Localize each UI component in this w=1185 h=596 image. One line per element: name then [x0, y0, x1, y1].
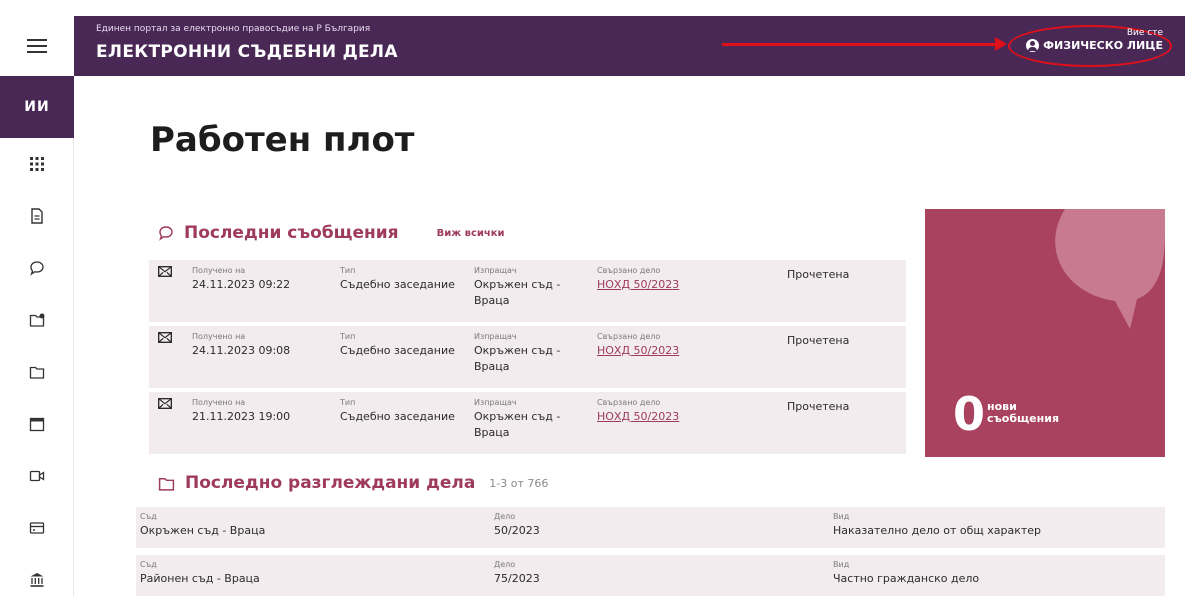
- cases-title: Последно разглеждани дела: [185, 473, 476, 493]
- case-link[interactable]: НОХД 50/2023: [597, 343, 679, 359]
- received-label: Получено на: [192, 332, 246, 341]
- sidebar-item-calendar[interactable]: [0, 398, 74, 450]
- chat-icon: [159, 226, 173, 241]
- case-link[interactable]: НОХД 50/2023: [597, 277, 679, 293]
- see-all-link[interactable]: Виж всички: [437, 228, 505, 239]
- sidebar-item-new-cases[interactable]: [0, 294, 74, 346]
- received-value: 24.11.2023 09:22: [192, 278, 291, 291]
- folder-icon: [29, 366, 45, 379]
- new-messages-tile[interactable]: 0 нови съобщения: [925, 209, 1165, 457]
- sidebar-item-dashboard[interactable]: [0, 138, 74, 190]
- case-link[interactable]: НОХД 50/2023: [597, 409, 679, 425]
- user-role[interactable]: ФИЗИЧЕСКО ЛИЦЕ: [1026, 39, 1163, 52]
- court-value: Окръжен съд - Враца: [140, 524, 266, 537]
- sidebar-item-cases[interactable]: [0, 346, 74, 398]
- status-value: Прочетена: [787, 400, 850, 413]
- case-label: Свързано дело: [597, 266, 661, 275]
- folder-alert-icon: [29, 313, 45, 327]
- case-number-value: 50/2023: [494, 524, 540, 537]
- top-bar: Единен портал за електронно правосъдие н…: [0, 16, 1185, 76]
- cases-count: 1-3 от 766: [489, 476, 549, 490]
- type-label: Тип: [340, 266, 356, 275]
- kind-label: Вид: [833, 512, 850, 521]
- user-avatar[interactable]: ИИ: [0, 76, 74, 138]
- kind-label: Вид: [833, 560, 850, 569]
- sidebar-item-payments[interactable]: [0, 502, 74, 554]
- case-number-label: Дело: [494, 512, 516, 521]
- sidebar: ИИ: [0, 76, 74, 596]
- type-value: Съдебно заседание: [340, 278, 455, 291]
- envelope-icon: [158, 266, 172, 277]
- status-value: Прочетена: [787, 334, 850, 347]
- sender-value: Окръжен съд - Враца: [474, 278, 561, 307]
- messages-header: Последни съобщения Виж всички: [158, 223, 505, 243]
- video-icon: [29, 470, 45, 482]
- new-messages-count: 0: [953, 387, 986, 441]
- sidebar-item-courts[interactable]: [0, 554, 74, 596]
- case-label: Свързано дело: [597, 398, 661, 407]
- case-label: Свързано дело: [597, 332, 661, 341]
- kind-value: Частно гражданско дело: [833, 572, 980, 585]
- document-icon: [31, 208, 43, 224]
- new-messages-label: нови съобщения: [987, 401, 1059, 425]
- court-label: Съд: [140, 560, 157, 569]
- sender-label: Изпращач: [474, 332, 517, 341]
- envelope-icon: [158, 332, 172, 343]
- case-number-value: 75/2023: [494, 572, 540, 585]
- portal-title[interactable]: ЕЛЕКТРОННИ СЪДЕБНИ ДЕЛА: [96, 42, 398, 62]
- folder-icon: [158, 477, 175, 491]
- page-title: Работен плот: [150, 120, 415, 160]
- type-label: Тип: [340, 332, 356, 341]
- case-number-label: Дело: [494, 560, 516, 569]
- grid-icon: [30, 157, 44, 171]
- case-row[interactable]: Съд Районен съд - Враца Дело 75/2023 Вид Ча…: [136, 555, 1165, 596]
- chat-icon: [30, 261, 44, 276]
- calendar-icon: [29, 417, 45, 432]
- received-label: Получено на: [192, 266, 246, 275]
- kind-value: Наказателно дело от общ характер: [833, 524, 1042, 537]
- card-icon: [29, 522, 45, 534]
- sidebar-item-documents[interactable]: [0, 190, 74, 242]
- type-label: Тип: [340, 398, 356, 407]
- user-role-label: ФИЗИЧЕСКО ЛИЦЕ: [1043, 39, 1163, 52]
- message-row[interactable]: Получено на 21.11.2023 19:00 Тип Съдебно з…: [149, 392, 906, 454]
- new-label-line2: съобщения: [987, 412, 1060, 425]
- sender-value: Окръжен съд - Враца: [474, 410, 561, 439]
- received-value: 24.11.2023 09:08: [192, 344, 291, 357]
- portal-subtitle: Единен портал за електронно правосъдие н…: [96, 24, 371, 34]
- sidebar-item-messages[interactable]: [0, 242, 74, 294]
- received-label: Получено на: [192, 398, 246, 407]
- court-value: Районен съд - Враца: [140, 572, 260, 585]
- status-value: Прочетена: [787, 268, 850, 281]
- hamburger-icon: [27, 35, 47, 57]
- envelope-icon: [158, 398, 172, 409]
- annotation-arrow: [722, 37, 1007, 51]
- cases-header: Последно разглеждани дела 1-3 от 766: [158, 473, 548, 493]
- sidebar-item-video[interactable]: [0, 450, 74, 502]
- sender-label: Изпращач: [474, 266, 517, 275]
- messages-title: Последни съобщения: [184, 223, 399, 243]
- sender-label: Изпращач: [474, 398, 517, 407]
- menu-button[interactable]: [0, 16, 74, 76]
- court-label: Съд: [140, 512, 157, 521]
- user-prefix: Вие сте: [1126, 28, 1163, 38]
- type-value: Съдебно заседание: [340, 344, 455, 357]
- user-menu[interactable]: Вие сте ФИЗИЧЕСКО ЛИЦЕ: [1026, 28, 1163, 52]
- sender-value: Окръжен съд - Враца: [474, 344, 561, 373]
- court-icon: [30, 573, 44, 587]
- user-icon: [1026, 39, 1040, 52]
- message-row[interactable]: Получено на 24.11.2023 09:08 Тип Съдебно з…: [149, 326, 906, 388]
- case-row[interactable]: Съд Окръжен съд - Враца Дело 50/2023 Вид На…: [136, 507, 1165, 548]
- type-value: Съдебно заседание: [340, 410, 455, 423]
- message-row[interactable]: Получено на 24.11.2023 09:22 Тип Съдебно з…: [149, 260, 906, 322]
- received-value: 21.11.2023 19:00: [192, 410, 291, 423]
